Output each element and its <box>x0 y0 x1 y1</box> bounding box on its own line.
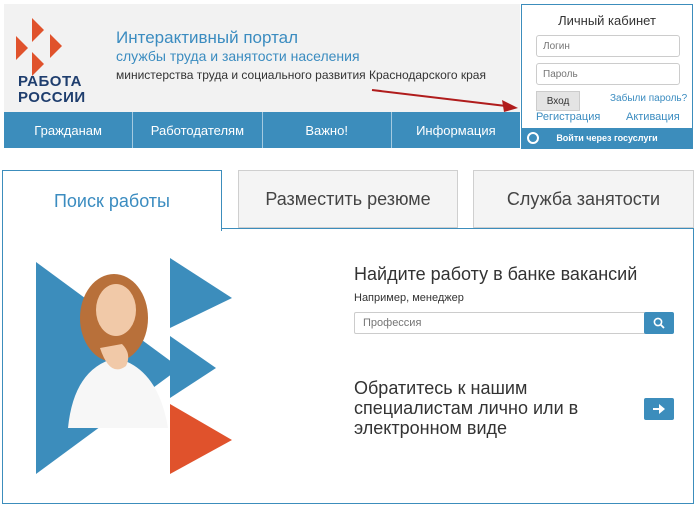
contact-specialists-title: Обратитесь к нашим специалистам лично ил… <box>354 378 579 438</box>
contact-button[interactable] <box>644 398 674 420</box>
arrow-right-icon <box>653 404 665 414</box>
nav-item-information[interactable]: Информация <box>392 112 520 148</box>
register-link[interactable]: Регистрация <box>536 111 600 123</box>
tab-job-search[interactable]: Поиск работы <box>2 170 222 231</box>
gosuslugi-icon <box>527 132 539 144</box>
logo-line-2: РОССИИ <box>18 89 86 106</box>
search-icon <box>653 317 665 329</box>
portal-title: Интерактивный портал <box>116 28 299 47</box>
page: РАБОТА РОССИИ Интерактивный портал служб… <box>0 0 700 506</box>
nav-item-citizens[interactable]: Гражданам <box>4 112 134 148</box>
profession-search-input[interactable] <box>354 312 646 334</box>
login-panel: Личный кабинет Вход Забыли пароль? Регис… <box>521 4 693 149</box>
gosuslugi-label: Войти через госуслуги <box>556 133 658 143</box>
search-button[interactable] <box>644 312 674 334</box>
annotation-arrow <box>371 89 518 112</box>
gosuslugi-button[interactable]: Войти через госуслуги <box>522 128 692 148</box>
find-job-title: Найдите работу в банке вакансий <box>354 264 638 284</box>
nav-item-important[interactable]: Важно! <box>263 112 392 148</box>
search-example-text: Например, менеджер <box>354 292 464 304</box>
portal-subtitle: службы труда и занятости населения <box>116 48 360 64</box>
tab-post-resume[interactable]: Разместить резюме <box>238 170 458 228</box>
tab-employment-service[interactable]: Служба занятости <box>473 170 694 228</box>
logo-line-1: РАБОТА <box>18 73 83 90</box>
main-nav: Гражданам Работодателям Важно! Информаци… <box>4 112 520 148</box>
login-input[interactable] <box>536 35 680 57</box>
portal-ministry: министерства труда и социального развити… <box>116 68 486 82</box>
login-title: Личный кабинет <box>558 13 656 28</box>
logo-text[interactable]: РАБОТА РОССИИ <box>18 74 86 106</box>
nav-item-employers[interactable]: Работодателям <box>133 112 263 148</box>
woman-thinking-illustration <box>36 258 232 474</box>
password-input[interactable] <box>536 63 680 85</box>
login-button[interactable]: Вход <box>536 91 580 111</box>
activate-link[interactable]: Активация <box>626 111 680 123</box>
forgot-password-link[interactable]: Забыли пароль? <box>610 93 687 104</box>
